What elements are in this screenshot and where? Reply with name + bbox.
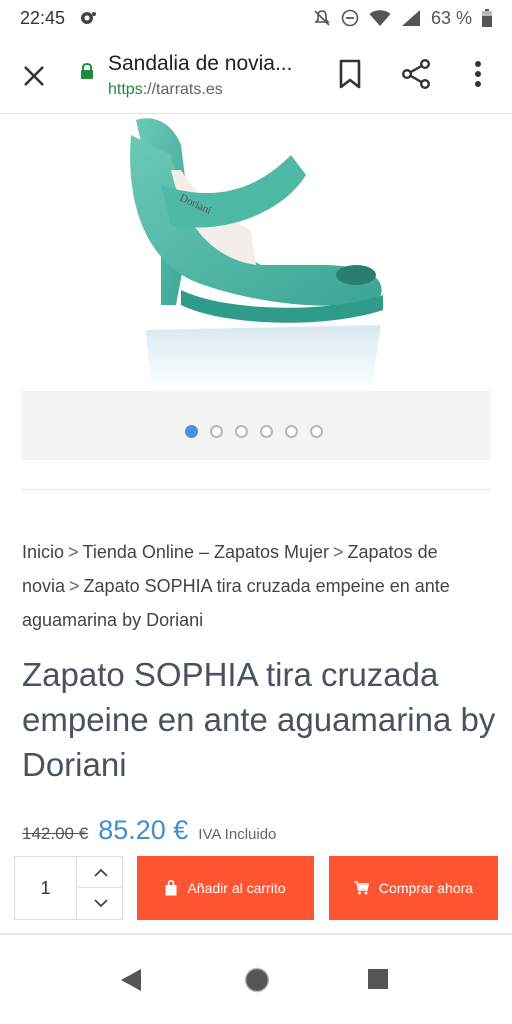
section-divider [21,489,491,490]
chrome-notification-icon [81,12,97,24]
recents-icon[interactable] [368,969,388,989]
breadcrumb-separator: > [69,576,80,596]
chevron-up-icon [93,868,108,877]
add-to-cart-label: Añadir al carrito [187,880,286,896]
product-title: Zapato SOPHIA tira cruzada empeine en an… [22,656,496,783]
share-icon[interactable] [400,58,432,90]
do-not-disturb-icon [341,9,359,27]
quantity-decrease-button[interactable] [78,888,123,919]
quantity-input[interactable]: 1 [15,857,77,919]
mute-icon [314,10,330,26]
carousel-dot-6[interactable] [310,425,323,438]
wifi-icon [369,10,391,26]
carousel-dots [185,425,323,438]
system-navigation-bar [0,935,512,1024]
shopping-bag-icon [165,880,177,896]
url-domain: ://tarrats.es [142,81,223,98]
breadcrumb: Inicio > Tienda Online – Zapatos Mujer > Zap… [22,535,492,637]
battery-percent: 63 % [430,7,472,28]
bookmark-icon[interactable] [336,58,364,90]
battery-icon [482,9,492,27]
tax-note: IVA Incluido [198,826,277,843]
buy-now-button[interactable]: Comprar ahora [329,856,498,920]
back-icon[interactable] [120,968,142,992]
signal-icon [401,10,420,26]
old-price: 142.00 € [22,824,89,843]
current-price: 85.20 € [98,815,189,845]
carousel-dot-1[interactable] [185,425,198,438]
quantity-increase-button[interactable] [78,857,123,888]
close-icon[interactable] [18,60,50,92]
url-bar[interactable]: https://tarrats.es [108,81,223,99]
breadcrumb-separator: > [68,542,79,562]
status-time: 22:45 [20,7,66,28]
carousel-dot-3[interactable] [235,425,248,438]
status-icons: 63 % [313,8,492,29]
url-scheme: https [108,81,143,98]
quantity-stepper: 1 [14,856,123,920]
carousel-dot-5[interactable] [285,425,298,438]
chevron-down-icon [93,899,108,908]
add-to-cart-button[interactable]: Añadir al carrito [137,856,314,920]
buy-now-label: Comprar ahora [378,880,474,896]
status-bar: 22:45 63 % [0,0,512,36]
breadcrumb-shop[interactable]: Tienda Online – Zapatos Mujer [83,542,329,562]
cart-icon [354,881,369,895]
carousel-dot-4[interactable] [260,425,273,438]
more-vert-icon[interactable] [468,58,488,90]
product-gallery[interactable]: Doriani [21,115,491,460]
lock-icon [81,63,93,79]
breadcrumb-current: Zapato SOPHIA tira cruzada empeine en an… [22,576,450,630]
breadcrumb-separator: > [333,542,344,562]
breadcrumb-home[interactable]: Inicio [22,542,64,562]
product-image[interactable]: Doriani [21,115,491,391]
carousel-dot-2[interactable] [210,425,223,438]
home-icon[interactable] [244,967,270,993]
page-title[interactable]: Sandalia de novia... [108,52,318,76]
price-row: 142.00 € 85.20 € IVA Incluido [22,815,276,846]
